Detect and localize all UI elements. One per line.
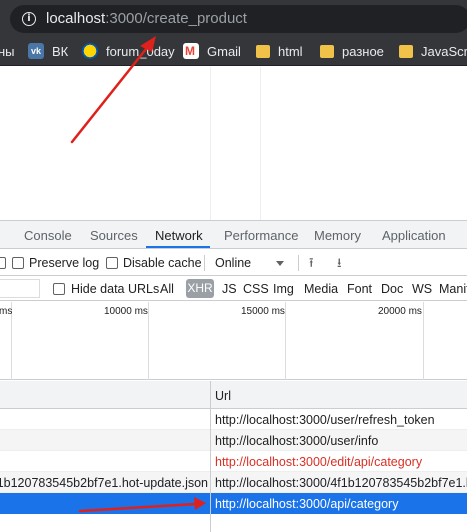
timeline-gridline — [285, 302, 286, 380]
table-header: Url — [0, 381, 467, 409]
filter-js[interactable]: JS — [222, 282, 237, 296]
toolbar-separator — [298, 255, 299, 271]
table-row[interactable]: http://localhost:3000/api/category — [0, 493, 467, 514]
timeline-gridline — [148, 302, 149, 380]
disable-cache-label: Disable cache — [123, 256, 202, 270]
bookmark-folder-html[interactable]: html — [256, 42, 303, 60]
cell-url: http://localhost:3000/api/category — [215, 497, 399, 511]
bookmark-folder-js[interactable]: JavaScrip — [399, 42, 467, 60]
bookmark-folder-misc[interactable]: разное — [320, 42, 384, 60]
address-bar: i localhost:3000/create_product — [0, 0, 467, 36]
tab-performance[interactable]: Performance — [224, 228, 298, 243]
filter-img[interactable]: Img — [273, 282, 294, 296]
devtools-tabs: Console Sources Network Performance Memo… — [0, 221, 467, 249]
preserve-log-checkbox[interactable] — [12, 257, 24, 269]
requests-table: Url http://localhost:3000/user/refresh_t… — [0, 381, 467, 532]
tab-network[interactable]: Network — [155, 228, 203, 243]
cell-name: 4f1b120783545b2bf7e1.hot-update.json — [0, 476, 208, 490]
tab-sources[interactable]: Sources — [90, 228, 138, 243]
gmail-icon — [183, 43, 199, 59]
bookmark-forum[interactable]: forum_0day — [82, 42, 175, 60]
filter-input[interactable] — [0, 279, 40, 298]
preserve-log-label: Preserve log — [29, 256, 100, 270]
table-row[interactable]: http://localhost:3000/edit/api/category — [0, 451, 467, 472]
chevron-down-icon[interactable] — [276, 261, 284, 266]
filter-font[interactable]: Font — [347, 282, 372, 296]
forum-icon — [82, 43, 98, 59]
cell-url: http://localhost:3000/user/refresh_token — [215, 413, 435, 427]
url-field[interactable]: i localhost:3000/create_product — [10, 5, 467, 33]
column-divider[interactable] — [210, 381, 211, 532]
export-har-icon[interactable]: ⭳ — [337, 254, 342, 276]
filter-xhr[interactable]: XHR — [186, 279, 214, 298]
hide-data-urls-label: Hide data URLs — [71, 282, 160, 296]
page-column — [210, 67, 467, 220]
cell-url: http://localhost:3000/edit/api/category — [215, 455, 423, 469]
bookmarks-bar: ны vkВК forum_0day Gmail html разное Jav… — [0, 36, 467, 66]
table-row[interactable]: http://localhost:3000/user/refresh_token — [0, 409, 467, 430]
timeline-gridline — [423, 302, 424, 380]
folder-icon — [256, 44, 270, 58]
table-row[interactable]: 4f1b120783545b2bf7e1.hot-update.json htt… — [0, 472, 467, 493]
page-viewport — [0, 67, 467, 220]
timeline-label: ms — [0, 306, 13, 317]
filter-ws[interactable]: WS — [412, 282, 432, 296]
bookmark-item[interactable]: ны — [0, 42, 15, 60]
cell-url: http://localhost:3000/user/info — [215, 434, 379, 448]
bookmark-vk[interactable]: vk ВК — [28, 42, 68, 60]
hide-data-urls-checkbox[interactable] — [53, 283, 65, 295]
import-har-icon[interactable]: ⭱ — [309, 254, 314, 276]
bookmark-gmail[interactable]: Gmail — [183, 42, 241, 60]
throttling-select[interactable]: Online — [215, 256, 251, 270]
filter-manifest[interactable]: Manifest — [439, 282, 467, 296]
timeline-label: 15000 ms — [241, 306, 285, 317]
active-tab-indicator — [146, 246, 210, 248]
network-overview[interactable]: ms 10000 ms 15000 ms 20000 ms — [0, 302, 467, 380]
vk-icon: vk — [28, 43, 44, 59]
filter-all[interactable]: All — [160, 282, 174, 296]
tab-console[interactable]: Console — [24, 228, 72, 243]
network-toolbar: Preserve log Disable cache Online ⭱ ⭳ — [0, 250, 467, 276]
toolbar-separator — [204, 255, 205, 271]
table-row[interactable]: http://localhost:3000/user/info — [0, 430, 467, 451]
filter-css[interactable]: CSS — [243, 282, 269, 296]
cell-url: http://localhost:3000/4f1b120783545b2bf7… — [215, 476, 467, 490]
tab-memory[interactable]: Memory — [314, 228, 361, 243]
page-divider — [260, 67, 261, 220]
timeline-label: 10000 ms — [104, 306, 148, 317]
tab-application[interactable]: Application — [382, 228, 446, 243]
timeline-label: 20000 ms — [378, 306, 422, 317]
filter-media[interactable]: Media — [304, 282, 338, 296]
folder-icon — [320, 44, 334, 58]
filter-doc[interactable]: Doc — [381, 282, 403, 296]
column-header-url[interactable]: Url — [215, 389, 231, 403]
devtools-panel: Console Sources Network Performance Memo… — [0, 220, 467, 532]
folder-icon — [399, 44, 413, 58]
disable-cache-checkbox[interactable] — [106, 257, 118, 269]
site-info-icon[interactable]: i — [22, 12, 36, 26]
url-text[interactable]: localhost:3000/create_product — [46, 10, 247, 27]
checkbox[interactable] — [0, 257, 6, 269]
filter-bar: Hide data URLs All XHR JS CSS Img Media … — [0, 277, 467, 301]
